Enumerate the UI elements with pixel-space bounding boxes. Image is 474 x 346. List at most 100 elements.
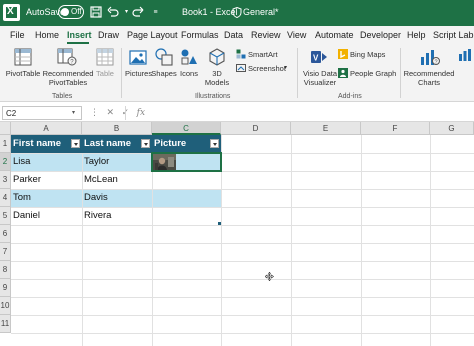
icons-button[interactable]: Icons [177, 69, 201, 78]
row-header-4[interactable]: 4 [0, 189, 11, 207]
pictures-icon[interactable] [129, 48, 147, 68]
mouse-pointer-icon [264, 271, 274, 283]
tab-review[interactable]: Review [251, 30, 281, 40]
formula-options-icon[interactable]: ⋮ [90, 107, 99, 117]
3d-models-icon[interactable] [208, 48, 226, 68]
tab-developer[interactable]: Developer [360, 30, 401, 40]
row-header-7[interactable]: 7 [0, 243, 11, 261]
cell-a5[interactable]: Daniel [11, 207, 40, 224]
cell-b2[interactable]: Taylor [82, 153, 109, 170]
tab-draw[interactable]: Draw [98, 30, 119, 40]
row-header-9[interactable]: 9 [0, 279, 11, 297]
worksheet-grid[interactable]: A B C D E F G 1 2 3 4 5 6 7 8 9 10 11 Fi… [0, 122, 474, 346]
cell-b3[interactable]: McLean [82, 171, 118, 188]
row-header-5[interactable]: 5 [0, 207, 11, 225]
sensitivity-label[interactable]: General* [243, 7, 279, 17]
cell-a4[interactable]: Tom [11, 189, 31, 206]
group-label-tables: Tables [52, 93, 73, 100]
visio-icon[interactable]: V [310, 48, 328, 68]
grid-line [11, 261, 474, 262]
pivottable-button[interactable]: PivotTable [5, 69, 41, 78]
column-header-f[interactable]: F [361, 122, 430, 135]
people-graph-button[interactable]: People Graph [350, 69, 396, 78]
column-header-c[interactable]: C [152, 122, 221, 135]
tab-help[interactable]: Help [407, 30, 426, 40]
row-header-11[interactable]: 11 [0, 315, 11, 333]
3d-models-button[interactable]: 3D Models [202, 69, 232, 87]
table-button[interactable]: Table [92, 69, 118, 78]
grid-line [11, 189, 474, 190]
excel-logo-icon: X [3, 4, 20, 21]
column-header-a[interactable]: A [11, 122, 82, 135]
customize-toolbar-icon[interactable]: ≡ [149, 6, 162, 19]
save-icon[interactable] [89, 6, 102, 19]
tab-formulas[interactable]: Formulas [181, 30, 219, 40]
tab-file[interactable]: File [10, 30, 25, 40]
smartart-icon[interactable] [236, 49, 246, 61]
shapes-icon[interactable] [155, 48, 173, 68]
tab-automate[interactable]: Automate [315, 30, 354, 40]
cancel-icon[interactable]: ✕ [107, 107, 115, 117]
people-graph-icon[interactable] [338, 68, 348, 80]
row-header-6[interactable]: 6 [0, 225, 11, 243]
toggle-knob [61, 8, 69, 16]
screenshot-icon[interactable] [236, 63, 246, 75]
row-header-3[interactable]: 3 [0, 171, 11, 189]
bing-maps-button[interactable]: Bing Maps [350, 50, 385, 59]
column-header-e[interactable]: E [291, 122, 361, 135]
column-header-d[interactable]: D [221, 122, 291, 135]
column-chart-icon[interactable] [458, 48, 472, 64]
visio-data-visualizer-button[interactable]: Visio Data Visualizer [300, 69, 340, 87]
table-icon[interactable] [96, 48, 114, 68]
cell-a2[interactable]: Lisa [11, 153, 30, 170]
recommended-pivottables-button[interactable]: Recommended PivotTables [42, 69, 94, 87]
recommended-charts-button[interactable]: Recommended Charts [402, 69, 456, 87]
tab-home[interactable]: Home [35, 30, 59, 40]
column-header-g[interactable]: G [430, 122, 474, 135]
filter-dropdown-icon[interactable] [141, 139, 150, 148]
menu-bar: File Home Insert Draw Page Layout Formul… [0, 26, 474, 44]
filter-dropdown-icon[interactable] [71, 139, 80, 148]
column-header-b[interactable]: B [82, 122, 152, 135]
row-header-10[interactable]: 10 [0, 297, 11, 315]
cell-a3[interactable]: Parker [11, 171, 41, 188]
pictures-button[interactable]: Pictures [125, 69, 152, 78]
pivottable-icon[interactable] [14, 48, 32, 68]
icons-icon[interactable] [180, 48, 198, 68]
tab-view[interactable]: View [287, 30, 306, 40]
recommended-pivottables-icon[interactable]: ? [57, 48, 77, 68]
shield-icon [232, 6, 242, 19]
autosave-state: Off [71, 7, 82, 16]
formula-input[interactable] [125, 106, 472, 120]
autosave-toggle[interactable]: Off [58, 5, 84, 19]
redo-icon[interactable] [131, 6, 144, 19]
tab-script-lab[interactable]: Script Lab [433, 30, 474, 40]
table-band-row [11, 189, 221, 207]
recommended-charts-icon[interactable]: ? [420, 48, 440, 68]
grid-line [11, 171, 474, 172]
ribbon: PivotTable ? Recommended PivotTables Tab… [0, 44, 474, 102]
tab-page-layout[interactable]: Page Layout [127, 30, 178, 40]
table-resize-handle[interactable] [218, 222, 221, 225]
select-all-corner[interactable] [0, 122, 11, 135]
name-box-dropdown-icon[interactable]: ▾ [72, 109, 75, 116]
shapes-button[interactable]: Shapes [151, 69, 177, 78]
undo-icon[interactable] [107, 6, 120, 19]
ribbon-separator [400, 48, 401, 98]
tab-insert[interactable]: Insert [67, 30, 92, 40]
cell-b4[interactable]: Davis [82, 189, 108, 206]
row-header-8[interactable]: 8 [0, 261, 11, 279]
cell-b5[interactable]: Rivera [82, 207, 111, 224]
bing-maps-icon[interactable] [338, 49, 348, 61]
tab-data[interactable]: Data [224, 30, 243, 40]
smartart-button[interactable]: SmartArt [248, 50, 278, 59]
row-header-1[interactable]: 1 [0, 135, 11, 153]
screenshot-button[interactable]: Screenshot [248, 64, 286, 73]
row-header-2[interactable]: 2 [0, 153, 11, 171]
name-box[interactable]: C2 [2, 106, 82, 120]
group-label-addins: Add-ins [338, 93, 362, 100]
grid-line [11, 315, 474, 316]
filter-dropdown-icon[interactable] [210, 139, 219, 148]
screenshot-dropdown-icon[interactable]: ▾ [284, 64, 287, 71]
grid-line [11, 333, 474, 334]
